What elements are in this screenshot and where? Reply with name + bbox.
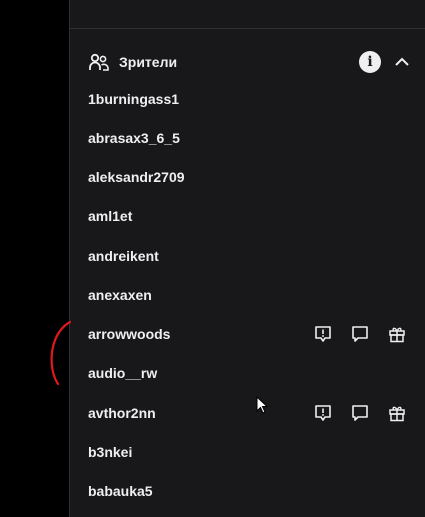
viewer-row: 1burningass1 bbox=[70, 80, 425, 118]
viewer-row: b3nkei bbox=[70, 432, 425, 471]
viewer-row: avthor2nn bbox=[70, 393, 425, 432]
whisper-icon[interactable] bbox=[350, 324, 370, 344]
viewer-username[interactable]: aleksandr2709 bbox=[88, 169, 185, 185]
viewer-row: audio__rw bbox=[70, 354, 425, 393]
viewer-list: 1burningass1 abrasax3_6_5 aleksandr2709 aml… bbox=[70, 80, 425, 511]
viewer-row: aml1et bbox=[70, 197, 425, 236]
report-icon[interactable] bbox=[313, 403, 333, 423]
viewers-header: Зрители i bbox=[70, 46, 425, 80]
gift-icon[interactable] bbox=[387, 324, 407, 344]
viewer-row: anexaxen bbox=[70, 275, 425, 314]
viewer-username[interactable]: babauka5 bbox=[88, 483, 153, 499]
viewers-title: Зрители bbox=[119, 54, 178, 70]
viewer-row: andreikent bbox=[70, 236, 425, 275]
divider bbox=[70, 28, 425, 29]
user-actions bbox=[313, 324, 407, 344]
report-icon[interactable] bbox=[313, 324, 333, 344]
viewer-username[interactable]: 1burningass1 bbox=[88, 91, 179, 107]
viewer-row: aleksandr2709 bbox=[70, 157, 425, 196]
viewer-username[interactable]: audio__rw bbox=[88, 365, 157, 381]
viewers-panel: Зрители i 1burningass1 abrasax3_6_5aleksa… bbox=[69, 0, 425, 517]
mouse-cursor-icon bbox=[256, 396, 269, 414]
viewer-username[interactable]: abrasax3_6_5 bbox=[88, 130, 180, 146]
users-icon bbox=[89, 53, 109, 71]
gift-icon[interactable] bbox=[387, 403, 407, 423]
whisper-icon[interactable] bbox=[350, 403, 370, 423]
viewer-username[interactable]: andreikent bbox=[88, 248, 159, 264]
viewer-row: babauka5 bbox=[70, 472, 425, 511]
viewer-username[interactable]: avthor2nn bbox=[88, 405, 156, 421]
viewer-username[interactable]: arrowwoods bbox=[88, 326, 170, 342]
viewer-row: arrowwoods bbox=[70, 314, 425, 353]
viewer-username[interactable]: anexaxen bbox=[88, 287, 152, 303]
chevron-up-icon[interactable] bbox=[392, 52, 412, 72]
viewer-username[interactable]: aml1et bbox=[88, 208, 132, 224]
viewer-username[interactable]: b3nkei bbox=[88, 444, 132, 460]
info-icon[interactable]: i bbox=[359, 51, 381, 73]
user-actions bbox=[313, 403, 407, 423]
viewer-row: abrasax3_6_5 bbox=[70, 118, 425, 157]
black-background-area bbox=[0, 0, 69, 517]
